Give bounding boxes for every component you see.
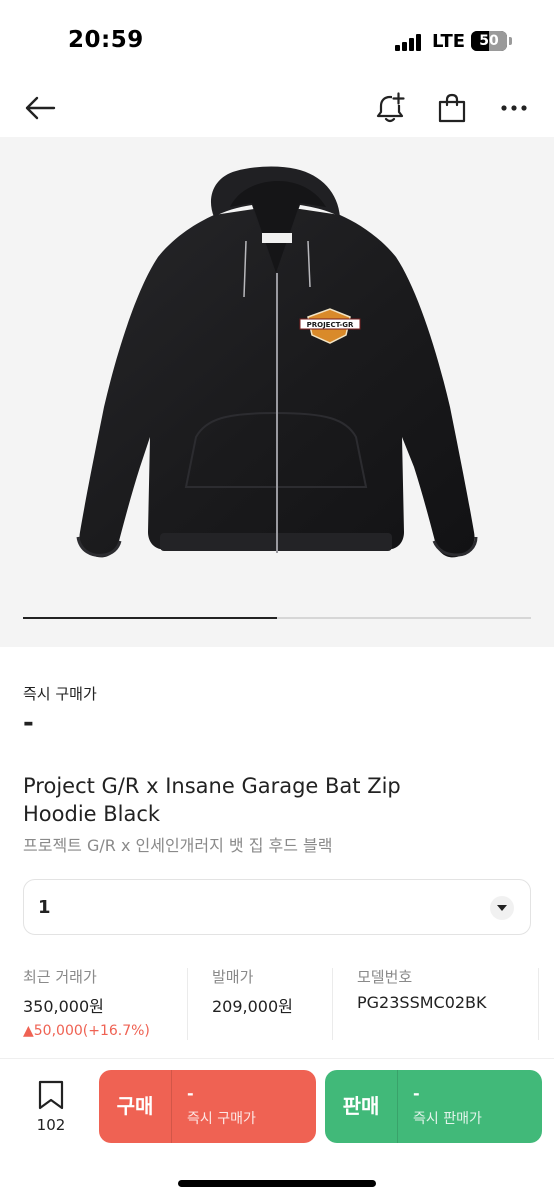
size-select-value: 1 <box>38 897 51 918</box>
back-button[interactable] <box>20 88 60 128</box>
product-image-carousel[interactable]: PROJECT-GR <box>0 137 554 647</box>
chest-logo-text: PROJECT-GR <box>307 321 354 329</box>
instant-price-value: - <box>23 708 34 738</box>
home-indicator <box>178 1180 376 1187</box>
stat-recent-trade: 최근 거래가 350,000원 ▲50,000(+16.7%) <box>23 966 150 1039</box>
recent-price-label: 최근 거래가 <box>23 968 97 986</box>
top-nav <box>0 80 554 136</box>
size-select[interactable]: 1 <box>23 879 531 935</box>
recent-price-change: ▲50,000(+16.7%) <box>23 1023 150 1039</box>
product-title: Project G/R x Insane Garage Bat Zip Hood… <box>23 774 401 826</box>
battery-nub <box>509 37 512 45</box>
release-price-label: 발매가 <box>212 968 254 986</box>
battery-percent: 50 <box>479 33 499 49</box>
arrow-left-icon <box>25 96 56 120</box>
buy-button-sub: 즉시 구매가 <box>187 1111 256 1127</box>
carrier-label: LTE <box>432 31 466 52</box>
stat-divider <box>187 968 188 1040</box>
buy-button-divider <box>171 1070 172 1143</box>
sell-button-divider <box>397 1070 398 1143</box>
sell-button-label: 판매 <box>342 1094 380 1118</box>
carousel-progress <box>23 617 531 619</box>
wishlist-count: 102 <box>36 1116 66 1134</box>
stat-divider <box>332 968 333 1040</box>
wishlist-button[interactable]: 102 <box>28 1080 74 1140</box>
recent-price-value: 350,000원 <box>23 997 104 1016</box>
sell-button-price: - <box>413 1084 420 1103</box>
signal-icon <box>395 33 421 51</box>
stat-model-number: 모델번호 PG23SSMC02BK <box>357 966 487 1012</box>
price-stats: 최근 거래가 350,000원 ▲50,000(+16.7%) 발매가 209,… <box>0 966 554 1046</box>
sell-button[interactable]: 판매 - 즉시 판매가 <box>325 1070 542 1143</box>
shopping-bag-icon <box>438 93 466 123</box>
sell-button-sub: 즉시 판매가 <box>413 1111 482 1127</box>
buy-button-label: 구매 <box>116 1094 154 1118</box>
status-time: 20:59 <box>68 27 144 53</box>
battery-icon: 50 <box>471 31 507 51</box>
status-bar: 20:59 LTE 50 <box>0 0 554 80</box>
section-divider <box>0 1058 554 1059</box>
instant-price-label: 즉시 구매가 <box>23 685 97 703</box>
carousel-progress-fill <box>23 617 277 619</box>
stat-release-price: 발매가 209,000원 <box>212 966 293 1017</box>
shopping-bag-button[interactable] <box>432 88 472 128</box>
stat-divider <box>538 968 539 1040</box>
more-button[interactable] <box>494 88 534 128</box>
price-alert-button[interactable] <box>370 88 410 128</box>
more-dots-icon <box>501 105 527 111</box>
bell-plus-icon <box>376 92 405 123</box>
model-number-label: 모델번호 <box>357 968 413 986</box>
product-subtitle: 프로젝트 G/R x 인세인개러지 뱃 집 후드 블랙 <box>23 836 333 855</box>
chevron-down-icon <box>490 896 514 920</box>
model-number-value: PG23SSMC02BK <box>357 993 487 1012</box>
release-price-value: 209,000원 <box>212 997 293 1016</box>
buy-button[interactable]: 구매 - 즉시 구매가 <box>99 1070 316 1143</box>
hoodie-image: PROJECT-GR <box>76 166 478 558</box>
buy-button-price: - <box>187 1084 194 1103</box>
bookmark-icon <box>38 1080 64 1110</box>
